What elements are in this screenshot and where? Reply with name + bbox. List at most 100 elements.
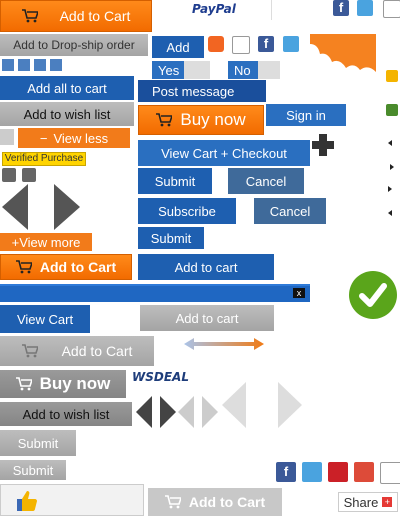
- submit-button[interactable]: Submit: [0, 430, 76, 456]
- view-cart-checkout-button[interactable]: View Cart + Checkout: [138, 140, 310, 166]
- cart-icon: [164, 495, 181, 509]
- nav-arrows-icon[interactable]: [2, 184, 80, 230]
- thumbs-up-icon: [17, 491, 37, 511]
- add-to-wishlist-button[interactable]: Add to wish list: [0, 402, 132, 426]
- view-less-label: View less: [53, 130, 109, 146]
- plus-icon: +: [382, 497, 393, 507]
- submit-label: Submit: [154, 173, 196, 189]
- buy-now-button[interactable]: Buy now: [0, 370, 126, 398]
- cancel-button[interactable]: Cancel: [254, 198, 326, 224]
- add-to-cart-button[interactable]: Add to cart: [140, 305, 274, 331]
- divider: [271, 0, 272, 20]
- cart-icon: [15, 377, 32, 391]
- list-view-icon[interactable]: [22, 168, 36, 182]
- view-cart-checkout-label: View Cart + Checkout: [161, 145, 287, 161]
- plane-icon[interactable]: [386, 104, 398, 116]
- badge-icon: [310, 34, 376, 72]
- add-to-cart-button[interactable]: Add to cart: [138, 254, 274, 280]
- post-message-button[interactable]: Post message: [138, 80, 266, 102]
- nav-arrows-icon[interactable]: [136, 396, 218, 428]
- facebook-icon[interactable]: f: [333, 0, 349, 16]
- share-button[interactable]: Share +: [338, 492, 398, 512]
- view-cart-label: View Cart: [16, 311, 74, 327]
- add-all-label: Add all to cart: [27, 80, 107, 96]
- add-to-cart-button[interactable]: Add to Cart: [0, 0, 152, 32]
- cancel-button[interactable]: Cancel: [228, 168, 304, 194]
- add-to-dropship-button[interactable]: Add to Drop-ship order: [0, 34, 148, 56]
- toggle-knob: [184, 61, 210, 79]
- share-label: Share: [343, 494, 379, 510]
- subscribe-button[interactable]: Subscribe: [138, 198, 236, 224]
- submit-label: Submit: [17, 435, 59, 451]
- wishlist-label: Add to wish list: [23, 106, 111, 122]
- submit-button[interactable]: Submit: [138, 168, 212, 194]
- grid-view-icon[interactable]: [2, 168, 16, 182]
- mail-icon[interactable]: [383, 0, 400, 18]
- view-cart-button[interactable]: View Cart: [0, 305, 90, 333]
- submit-label: Submit: [150, 230, 192, 246]
- add-to-cart-button[interactable]: Add to Cart: [0, 254, 132, 280]
- double-right-icon[interactable]: [388, 186, 392, 192]
- minus-icon[interactable]: [18, 59, 30, 71]
- paypal-label: PayPal: [192, 2, 236, 16]
- view-less-button[interactable]: − View less: [18, 128, 130, 148]
- cart-icon: [21, 9, 38, 23]
- plus-icon: [312, 134, 334, 156]
- buy-now-label: Buy now: [180, 110, 246, 129]
- submit-button[interactable]: Submit: [138, 227, 204, 249]
- view-more-button[interactable]: +View more: [0, 233, 92, 251]
- view-more-label: +View more: [11, 234, 81, 250]
- post-message-label: Post message: [152, 83, 235, 99]
- paypal-logo[interactable]: PayPal: [192, 2, 248, 18]
- submit-button[interactable]: Submit: [0, 460, 66, 480]
- plus-icon[interactable]: [34, 59, 46, 71]
- nav-arrows-icon[interactable]: [222, 382, 302, 428]
- double-left-icon[interactable]: [388, 210, 392, 216]
- verified-badge: Verified Purchase: [2, 152, 86, 166]
- thumbs-up-button[interactable]: [0, 484, 144, 516]
- close-label: x: [296, 288, 302, 298]
- check-icon: [349, 271, 397, 319]
- verified-label: Verified Purchase: [4, 153, 84, 164]
- cart-icon: [15, 260, 32, 274]
- chevron-right-icon[interactable]: [390, 164, 394, 170]
- add-dropship-label: Add to Drop-ship order: [13, 38, 135, 52]
- no-label: No: [234, 62, 251, 78]
- add-to-cart-button[interactable]: Add to Cart: [148, 488, 282, 516]
- thumbs-up-icon[interactable]: [386, 70, 398, 82]
- add-to-cart-label: Add to Cart: [61, 343, 133, 359]
- buy-now-button[interactable]: Buy now: [138, 105, 264, 135]
- twitter-icon[interactable]: [283, 36, 299, 52]
- wishlist-label: Add to wish list: [22, 406, 110, 422]
- wsdeal-label: WSDEAL: [132, 370, 189, 384]
- arrow-left-right-icon: [184, 338, 264, 350]
- rss-icon[interactable]: [208, 36, 224, 52]
- minus-icon[interactable]: [2, 59, 14, 71]
- plus-icon[interactable]: [50, 59, 62, 71]
- add-button[interactable]: Add: [152, 36, 204, 58]
- cancel-label: Cancel: [269, 203, 311, 219]
- twitter-icon[interactable]: [302, 462, 322, 482]
- minus-glyph: −: [39, 130, 48, 146]
- wsdeal-logo[interactable]: WSDEAL: [132, 370, 208, 386]
- facebook-icon[interactable]: f: [276, 462, 296, 482]
- add-all-to-cart-button[interactable]: Add all to cart: [0, 76, 134, 100]
- yes-label: Yes: [158, 62, 180, 78]
- checkbox[interactable]: [0, 129, 14, 145]
- collapse-controls: [0, 59, 68, 71]
- pinterest-icon[interactable]: [328, 462, 348, 482]
- submit-label: Submit: [12, 462, 54, 478]
- sign-in-button[interactable]: Sign in: [266, 104, 346, 126]
- add-to-wishlist-button[interactable]: Add to wish list: [0, 102, 134, 126]
- toggle-knob: [258, 61, 280, 79]
- close-button[interactable]: x: [293, 288, 305, 298]
- chevron-left-icon[interactable]: [388, 140, 392, 146]
- add-to-cart-label: Add to Cart: [39, 259, 117, 275]
- add-to-cart-label: Add to cart: [174, 259, 238, 275]
- twitter-icon[interactable]: [357, 0, 373, 16]
- facebook-icon[interactable]: f: [258, 36, 274, 52]
- mail-icon[interactable]: [380, 462, 400, 484]
- add-to-cart-button[interactable]: Add to Cart: [0, 336, 154, 366]
- mail-icon[interactable]: [232, 36, 250, 54]
- google-plus-icon[interactable]: [354, 462, 374, 482]
